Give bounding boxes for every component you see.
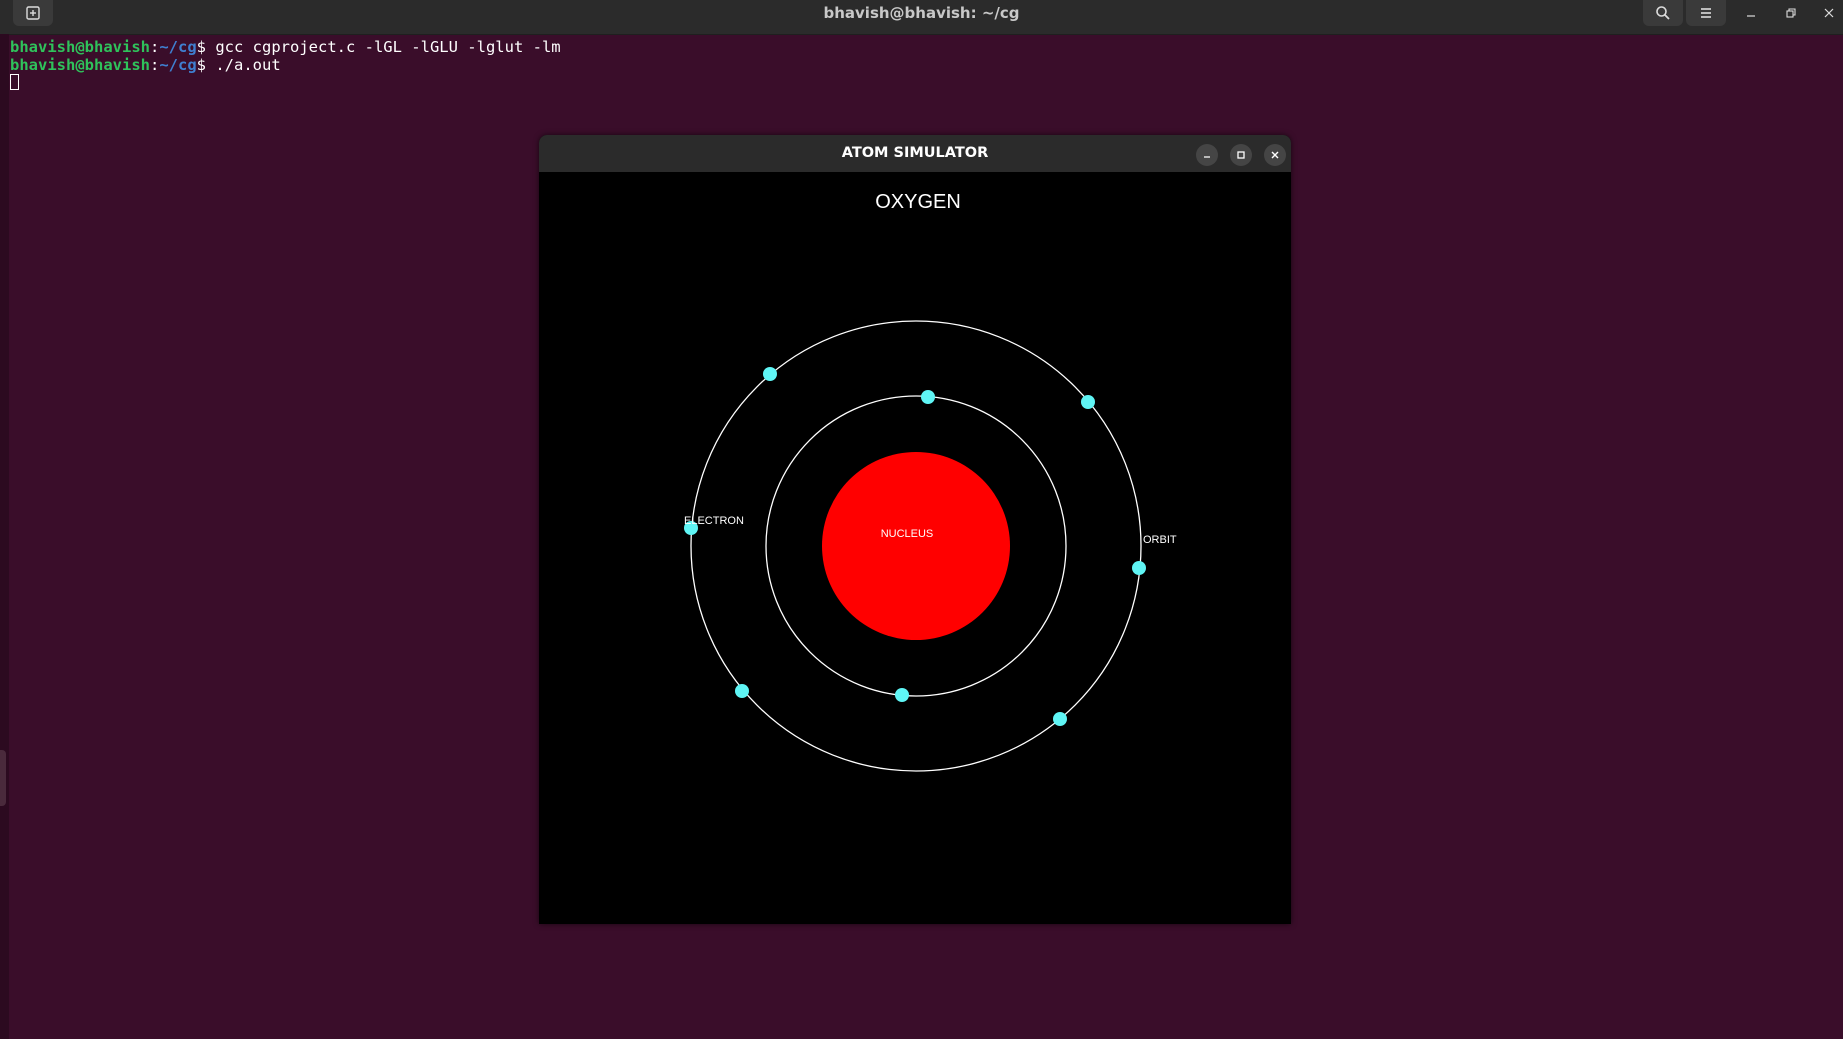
app-close-button[interactable]: [1264, 144, 1286, 166]
prompt-separator: :: [149, 38, 160, 56]
electron: [763, 367, 777, 381]
app-maximize-button[interactable]: [1230, 144, 1252, 166]
minimize-icon: [1747, 15, 1755, 17]
terminal-command: ./a.out: [206, 56, 281, 74]
prompt-user: bhavish@bhavish: [10, 38, 150, 56]
app-titlebar[interactable]: ATOM SIMULATOR: [539, 135, 1291, 172]
prompt-dollar: $: [196, 38, 206, 56]
electron: [1081, 395, 1095, 409]
nucleus-label: NUCLEUS: [881, 528, 934, 540]
prompt-path: ~/cg: [159, 38, 197, 56]
close-icon: [1824, 8, 1834, 18]
app-minimize-button[interactable]: [1196, 144, 1218, 166]
menu-button[interactable]: [1686, 0, 1726, 26]
dock-handle[interactable]: [0, 750, 6, 806]
minimize-icon: [1204, 156, 1210, 158]
electron: [1132, 561, 1146, 575]
prompt-dollar: $: [196, 56, 206, 74]
terminal-output[interactable]: bhavish@bhavish:~/cg$ gcc cgproject.c -l…: [10, 38, 561, 74]
minimize-window-button[interactable]: [1737, 2, 1765, 24]
hamburger-menu-icon: [1701, 8, 1711, 18]
app-title: ATOM SIMULATOR: [841, 145, 989, 161]
terminal-command: gcc cgproject.c -lGL -lGLU -lglut -lm: [206, 38, 561, 56]
maximize-icon: [1237, 151, 1245, 159]
terminal-header-bar: bhavish@bhavish: ~/cg: [0, 0, 1843, 35]
prompt-separator: :: [149, 56, 160, 74]
search-icon: [1656, 6, 1670, 20]
atom-canvas[interactable]: OXYGEN NUCLEUS ELECTRON ORBIT: [539, 172, 1291, 924]
restore-window-button[interactable]: [1777, 2, 1805, 24]
electron: [895, 688, 909, 702]
restore-icon: [1786, 8, 1796, 18]
terminal-title: bhavish@bhavish: ~/cg: [823, 4, 1020, 22]
element-name: OXYGEN: [875, 191, 961, 213]
prompt-user: bhavish@bhavish: [10, 56, 150, 74]
terminal-line: bhavish@bhavish:~/cg$ ./a.out: [10, 56, 561, 74]
electron-label: ELECTRON: [684, 515, 744, 527]
terminal-cursor: [10, 74, 19, 90]
electron: [1053, 712, 1067, 726]
terminal-left-edge: [0, 34, 9, 1039]
electron: [921, 390, 935, 404]
electron: [735, 684, 749, 698]
nucleus: [822, 452, 1010, 640]
atom-simulator-window[interactable]: ATOM SIMULATOR OXYGEN NUCLEUS ELECTRON O…: [539, 135, 1291, 924]
close-window-button[interactable]: [1815, 2, 1843, 24]
orbit-label: ORBIT: [1143, 534, 1177, 546]
terminal-line: bhavish@bhavish:~/cg$ gcc cgproject.c -l…: [10, 38, 561, 56]
search-button[interactable]: [1643, 0, 1683, 26]
prompt-path: ~/cg: [159, 56, 197, 74]
atom-drawing: OXYGEN NUCLEUS ELECTRON ORBIT: [684, 191, 1177, 772]
close-icon: [1271, 151, 1279, 159]
